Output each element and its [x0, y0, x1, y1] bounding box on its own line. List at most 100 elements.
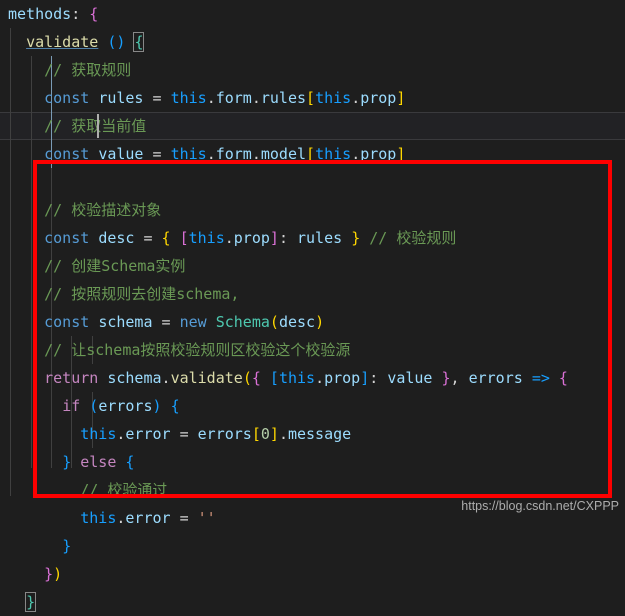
- watermark-text: https://blog.csdn.net/CXPPP: [461, 499, 619, 513]
- bracket-close-l14: ]: [360, 369, 370, 387]
- brace-open-l14: {: [251, 369, 261, 387]
- token-model: model: [260, 145, 307, 163]
- token-form-1: form: [215, 89, 252, 107]
- code-line-5[interactable]: // 获取当前值: [0, 112, 625, 140]
- token-validate-call: validate: [170, 369, 243, 387]
- token-rules-ref: rules: [297, 229, 343, 247]
- token-prop-3: prop: [233, 229, 270, 247]
- brace-close-l14: }: [441, 369, 451, 387]
- brace-open-l15: {: [170, 397, 180, 415]
- code-line-4[interactable]: const rules = this.form.rules[this.prop]: [0, 84, 625, 112]
- token-equals-2: =: [152, 145, 162, 163]
- token-Schema-class: Schema: [215, 313, 270, 331]
- token-desc-var: desc: [98, 229, 135, 247]
- token-const-1: const: [44, 89, 90, 107]
- token-rules-var: rules: [98, 89, 144, 107]
- token-methods: methods: [8, 5, 72, 23]
- code-line-3[interactable]: // 获取规则: [0, 56, 625, 84]
- token-else: else: [80, 453, 117, 471]
- brace-open-l9: {: [161, 229, 171, 247]
- bracket-close-l16: ]: [269, 425, 279, 443]
- dot-4: .: [206, 145, 216, 163]
- comment-validate-pass: // 校验通过: [80, 481, 168, 499]
- code-line-1[interactable]: methods: {: [0, 0, 625, 28]
- code-line-2[interactable]: validate () {: [0, 28, 625, 56]
- paren-close-l21: ): [53, 565, 63, 583]
- code-line-17[interactable]: } else {: [0, 448, 625, 476]
- paren-open-l12: (: [269, 313, 279, 331]
- token-errors-arr: errors: [197, 425, 252, 443]
- colon-l9: :: [278, 229, 297, 247]
- bracket-close-l4: ]: [396, 89, 406, 107]
- token-form-2: form: [215, 145, 252, 163]
- token-index-zero: 0: [260, 425, 270, 443]
- comment-desc-object: // 校验描述对象: [44, 201, 162, 219]
- token-arrow: =>: [531, 369, 550, 387]
- comment-get-rules: // 获取规则: [44, 61, 132, 79]
- token-return: return: [44, 369, 99, 387]
- code-line-15[interactable]: if (errors) {: [0, 392, 625, 420]
- token-rules-prop: rules: [260, 89, 307, 107]
- token-if: if: [62, 397, 81, 415]
- brace-open-arrow-l14: {: [558, 369, 568, 387]
- code-line-12[interactable]: const schema = new Schema(desc): [0, 308, 625, 336]
- dot-11: .: [278, 425, 288, 443]
- code-line-20[interactable]: }: [0, 532, 625, 560]
- token-this-8: this: [80, 509, 117, 527]
- code-line-13[interactable]: // 让schema按照校验规则区校验这个校验源: [0, 336, 625, 364]
- code-line-21[interactable]: }): [0, 560, 625, 588]
- token-value-ref: value: [387, 369, 433, 387]
- paren-close-l15: ): [152, 397, 162, 415]
- token-equals-3: =: [143, 229, 153, 247]
- token-equals-1: =: [152, 89, 162, 107]
- code-line-8[interactable]: // 校验描述对象: [0, 196, 625, 224]
- brace-close-l17: }: [62, 453, 72, 471]
- token-error-2: error: [125, 509, 171, 527]
- token-errors-cond: errors: [98, 397, 153, 415]
- token-this-5: this: [188, 229, 225, 247]
- code-line-16[interactable]: this.error = errors[0].message: [0, 420, 625, 448]
- code-line-14[interactable]: return schema.validate({ [this.prop]: va…: [0, 364, 625, 392]
- comment-validate-rule: // 校验规则: [369, 229, 457, 247]
- token-error-1: error: [125, 425, 171, 443]
- dot-9: .: [315, 369, 325, 387]
- token-new: new: [179, 313, 207, 331]
- bracket-open-l14: [: [269, 369, 279, 387]
- dot-2: .: [251, 89, 261, 107]
- code-editor[interactable]: methods: { validate () { // 获取规则 const r…: [0, 0, 625, 612]
- code-line-9[interactable]: const desc = { [this.prop]: rules } // 校…: [0, 224, 625, 252]
- code-line-6[interactable]: const value = this.form.model[this.prop]: [0, 140, 625, 168]
- brace-close-l21: }: [44, 565, 54, 583]
- code-line-7-blank[interactable]: [0, 168, 625, 196]
- code-line-11[interactable]: // 按照规则去创建schema,: [0, 280, 625, 308]
- brace-open-l17: {: [125, 453, 135, 471]
- comment-let-schema: // 让schema按照校验规则区校验这个校验源: [44, 341, 351, 359]
- paren-open-l15: (: [89, 397, 99, 415]
- code-line-22[interactable]: }: [0, 588, 625, 616]
- bracket-open-l6: [: [306, 145, 316, 163]
- token-prop-1: prop: [360, 89, 397, 107]
- token-validate-def: validate: [26, 33, 99, 51]
- code-line-10[interactable]: // 创建Schema实例: [0, 252, 625, 280]
- token-prop-4: prop: [324, 369, 361, 387]
- token-this-1: this: [170, 89, 207, 107]
- dot-7: .: [224, 229, 234, 247]
- comment-get-value: // 获取当前值: [44, 117, 147, 135]
- token-this-4: this: [315, 145, 352, 163]
- token-const-2: const: [44, 145, 90, 163]
- token-colon: :: [71, 5, 90, 23]
- brace-close-l9: }: [351, 229, 361, 247]
- token-prop-2: prop: [360, 145, 397, 163]
- bracket-open-l16: [: [251, 425, 261, 443]
- dot-5: .: [251, 145, 261, 163]
- token-const-3: const: [44, 229, 90, 247]
- colon-l14: :: [369, 369, 388, 387]
- token-desc-arg: desc: [278, 313, 316, 331]
- paren-open-l14: (: [242, 369, 252, 387]
- token-equals-4: =: [161, 313, 171, 331]
- token-const-4: const: [44, 313, 90, 331]
- bracket-open-l9: [: [179, 229, 189, 247]
- comma-l14: ,: [450, 369, 469, 387]
- token-this-2: this: [315, 89, 352, 107]
- bracket-close-l6: ]: [396, 145, 406, 163]
